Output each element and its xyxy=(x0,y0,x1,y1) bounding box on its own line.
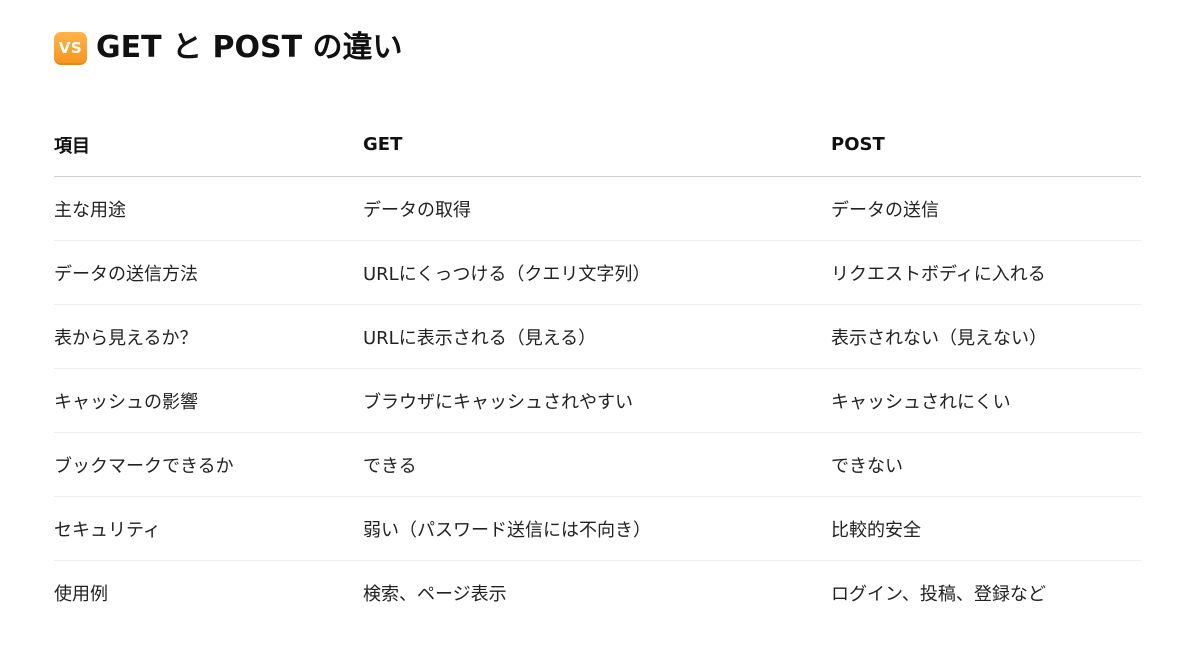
table-row: 主な用途 データの取得 データの送信 xyxy=(54,176,1141,241)
row-item-cell: キャッシュの影響 xyxy=(54,368,363,433)
row-item-cell: 使用例 xyxy=(54,583,108,605)
row-get-cell: URLにくっつける（クエリ文字列） xyxy=(363,240,831,305)
table-row: ブックマークできるか できる できない xyxy=(54,432,1141,497)
table-row: キャッシュの影響 ブラウザにキャッシュされやすい キャッシュされにくい xyxy=(54,368,1141,433)
header-item: 項目 xyxy=(54,113,363,177)
page-heading: VS GET と POST の違い xyxy=(54,26,402,70)
row-post-cell: ログイン、投稿、登録など xyxy=(831,583,1046,605)
header-post: POST xyxy=(831,113,1141,177)
row-post-cell: データの送信 xyxy=(831,176,1141,241)
row-get-cell: 検索、ページ表示 xyxy=(363,583,507,605)
row-post-cell: 表示されない（見えない） xyxy=(831,304,1141,369)
row-post-cell: できない xyxy=(831,432,1141,497)
row-get-cell: ブラウザにキャッシュされやすい xyxy=(363,368,831,433)
document-page: VS GET と POST の違い 項目 GET POST 主な用途 データの取… xyxy=(0,0,1200,663)
row-get-cell: データの取得 xyxy=(363,176,831,241)
row-item-cell: セキュリティ xyxy=(54,496,363,561)
table-header-row: 項目 GET POST xyxy=(54,113,1141,177)
row-item-cell: 主な用途 xyxy=(54,176,363,241)
table-row: 表から見えるか？ URLに表示される（見える） 表示されない（見えない） xyxy=(54,304,1141,369)
row-item-cell: データの送信方法 xyxy=(54,240,363,305)
row-get-cell: 弱い（パスワード送信には不向き） xyxy=(363,496,831,561)
row-item-cell: ブックマークできるか xyxy=(54,432,363,497)
header-get: GET xyxy=(363,113,831,177)
row-post-cell: キャッシュされにくい xyxy=(831,368,1141,433)
comparison-table: 項目 GET POST 主な用途 データの取得 データの送信 データの送信方法 … xyxy=(54,113,1141,624)
row-item-cell: 表から見えるか？ xyxy=(54,304,363,369)
row-post-cell: リクエストボディに入れる xyxy=(831,240,1141,305)
row-get-cell: できる xyxy=(363,432,831,497)
row-get-cell: URLに表示される（見える） xyxy=(363,304,831,369)
vs-icon: VS xyxy=(54,31,87,65)
table-row: データの送信方法 URLにくっつける（クエリ文字列） リクエストボディに入れる xyxy=(54,240,1141,305)
table-row: セキュリティ 弱い（パスワード送信には不向き） 比較的安全 xyxy=(54,496,1141,561)
table-row: 使用例 検索、ページ表示 ログイン、投稿、登録など xyxy=(54,561,1141,625)
row-post-cell: 比較的安全 xyxy=(831,496,1141,561)
page-title: GET と POST の違い xyxy=(96,30,403,65)
